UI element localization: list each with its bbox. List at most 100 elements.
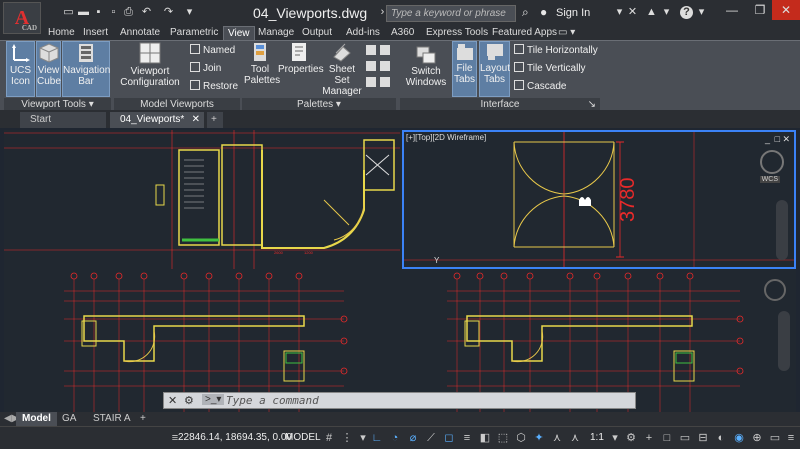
drawing-area[interactable]: 2600 1200 [+][Top][2D Wireframe] _ □ ✕ 37… [4,130,796,412]
scale-dropdown-icon[interactable]: ▾ [608,431,622,445]
transparency-icon[interactable]: ◧ [478,431,492,445]
navigation-bar-button[interactable]: Navigation Bar [62,41,110,97]
dynamic-ucs-icon[interactable]: ✦ [532,431,546,445]
named-viewports-button[interactable]: Named [190,44,235,58]
save-icon[interactable]: ▪ [92,6,105,19]
viewport-top-left[interactable]: 2600 1200 [4,130,400,269]
osnap-icon[interactable]: ◻ [442,431,456,445]
fullscreen-icon[interactable]: ▭ [768,431,782,445]
new-icon[interactable]: ▭ [62,6,75,19]
quick-properties-icon[interactable]: ▭ [678,431,692,445]
undo-icon[interactable]: ↶ [140,6,153,19]
exchange-apps-icon[interactable]: ✕ [626,6,639,19]
tab-parametric[interactable]: Parametric [170,26,218,40]
restore-viewports-button[interactable]: Restore [190,80,238,94]
file-tab-close-icon[interactable]: ✕ [192,112,200,128]
snap-icon[interactable]: ⋮ [340,431,354,445]
redo-icon[interactable]: ↷ [162,6,175,19]
coordinates-readout[interactable]: 22846.14, 18694.35, 0.00 [178,432,292,443]
ortho-icon[interactable]: ∟ [370,431,384,445]
search-input[interactable]: Type a keyword or phrase [386,5,516,22]
add-layout-icon[interactable]: + [140,412,146,426]
tool-palettes-button[interactable]: Tool Palettes [244,41,280,97]
cascade-button[interactable]: Cascade [514,80,566,94]
tab-featured-apps[interactable]: Featured Apps [492,26,557,40]
properties-button[interactable]: Properties [278,41,324,97]
viewcube-compass-bottom[interactable] [764,279,786,301]
qat-dropdown-icon[interactable]: ▾ [183,6,196,19]
tab-insert[interactable]: Insert [83,26,108,40]
grid-icon[interactable]: # [322,431,336,445]
tab-view[interactable]: View [223,26,255,40]
layout-tab-ga[interactable]: GA [62,412,76,426]
open-icon[interactable]: ▬ [77,6,90,19]
isodraft-icon[interactable]: ⌀ [406,431,420,445]
tab-home[interactable]: Home [48,26,75,40]
dbconnect-icon[interactable] [366,61,376,71]
markup-set-icon[interactable] [380,45,390,55]
help-dropdown-icon[interactable]: ▾ [695,6,708,19]
sheet-set-manager-button[interactable]: Sheet Set Manager [322,41,362,97]
viewport-top-right-active[interactable]: [+][Top][2D Wireframe] _ □ ✕ 3780 Y WCS [402,130,796,269]
tile-horizontally-button[interactable]: Tile Horizontally [514,44,598,58]
tab-add-ins[interactable]: Add-ins [346,26,380,40]
signin-dropdown-icon[interactable]: ▾ [613,6,626,19]
auto-scale-icon[interactable]: ⋏ [568,431,582,445]
tab-manage[interactable]: Manage [258,26,294,40]
external-refs-icon[interactable] [366,77,376,87]
tab-output[interactable]: Output [302,26,332,40]
file-tab-04-viewports[interactable]: 04_Viewports* ✕ [110,112,204,128]
viewcube-compass[interactable] [760,150,784,174]
isolate-objects-icon[interactable]: ◐ [714,431,728,445]
navigation-bar[interactable] [776,200,788,260]
view-cube-button[interactable]: View Cube [36,41,61,97]
snap-dropdown-icon[interactable]: ▾ [356,431,370,445]
join-viewports-button[interactable]: Join [190,62,221,76]
polar-icon[interactable]: ◔ [388,431,402,445]
switch-windows-button[interactable]: Switch Windows [405,45,447,97]
layout-tabs-button[interactable]: Layout Tabs [479,41,510,97]
hardware-acceleration-icon[interactable]: ◉ [732,431,746,445]
annotation-visibility-icon[interactable]: ⋏ [550,431,564,445]
model-space-toggle[interactable]: MODEL [285,432,321,443]
command-customize-icon[interactable]: ⚙ [184,394,194,407]
sign-in-link[interactable]: Sign In [556,7,590,19]
layer-properties-icon[interactable] [380,77,390,87]
selection-cycling-icon[interactable]: ⬚ [496,431,510,445]
viewport-bottom-right[interactable] [402,271,796,412]
clean-screen-icon[interactable]: ⊕ [750,431,764,445]
tab-a360[interactable]: A360 [391,26,414,40]
tab-express-tools[interactable]: Express Tools [426,26,488,40]
new-file-tab-button[interactable]: + [207,112,223,128]
file-tabs-button[interactable]: File Tabs [452,41,477,97]
tile-vertically-button[interactable]: Tile Vertically [514,62,586,76]
close-icon[interactable]: ✕ [772,0,800,20]
application-menu-button[interactable]: A CAD [3,2,41,34]
customization-icon[interactable]: ≡ [784,431,798,445]
annotation-monitor-icon[interactable]: + [642,431,656,445]
ribbon-toggle-icon[interactable]: ▭ ▾ [558,26,575,40]
tab-annotate[interactable]: Annotate [120,26,160,40]
object-snap-tracking-icon[interactable]: ⟋ [424,431,438,445]
layout-tab-model[interactable]: Model [16,412,57,426]
lock-ui-icon[interactable]: ⊟ [696,431,710,445]
command-close-icon[interactable]: ✕ [168,394,177,407]
connect-dropdown-icon[interactable]: ▾ [660,6,673,19]
command-history-icon[interactable]: >_▾ [202,394,225,405]
3d-osnap-icon[interactable]: ⬡ [514,431,528,445]
plot-icon[interactable]: ⎙ [122,6,135,19]
units-icon[interactable]: □ [660,431,674,445]
wcs-menu[interactable]: WCS [759,176,780,183]
navigation-bar-bottom[interactable] [778,311,790,371]
command-input[interactable]: Type a command [226,394,319,407]
maximize-icon[interactable]: ❐ [746,0,774,20]
search-icon[interactable]: ⌕ [522,5,529,20]
file-tab-start[interactable]: Start [20,112,106,128]
lineweight-icon[interactable]: ≡ [460,431,474,445]
viewport-bottom-left[interactable] [4,271,400,412]
annotation-scale[interactable]: 1:1 [590,432,604,443]
minimize-icon[interactable]: — [718,0,746,20]
design-center-icon[interactable] [366,45,376,55]
ucs-icon-button[interactable]: UCS Icon [6,41,35,97]
layout-tab-stair-a[interactable]: STAIR A [93,412,131,426]
